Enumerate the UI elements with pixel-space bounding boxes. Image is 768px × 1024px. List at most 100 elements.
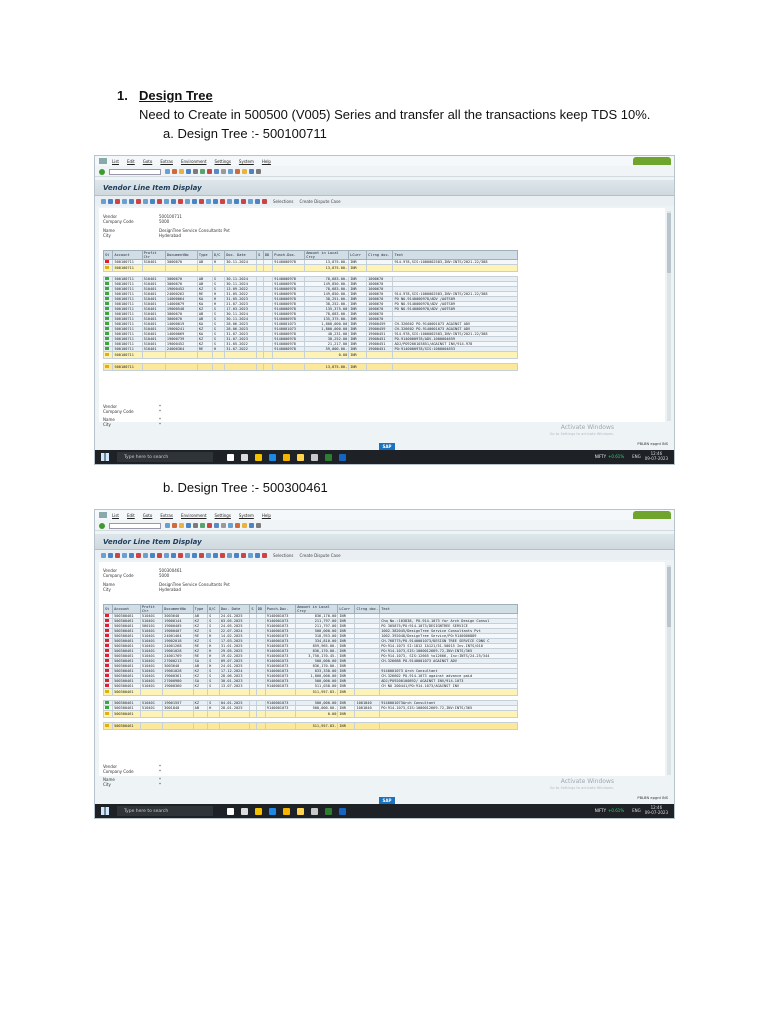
app-toolbar-icon[interactable] (262, 198, 267, 204)
total-row[interactable]: 500300461 0.00 INR (102, 710, 518, 718)
total-row[interactable]: 500100711 13,875.00- INR (102, 363, 518, 371)
column-header[interactable]: Clrng doc. (354, 604, 381, 614)
app-toolbar-icon[interactable] (122, 198, 127, 204)
toolbar-icon[interactable] (214, 169, 219, 174)
app-toolbar-icon[interactable] (192, 552, 197, 558)
scrollbar-thumb[interactable] (667, 567, 671, 627)
sap-menu-icon[interactable] (99, 512, 107, 518)
taskbar-search[interactable]: Type here to search (117, 806, 213, 816)
taskbar-clock[interactable]: 12:46 09-07-2023 (645, 451, 668, 461)
app-toolbar-icon[interactable] (101, 552, 106, 558)
column-header[interactable]: Profit Ctr (139, 604, 164, 614)
taskbar-clock[interactable]: 12:46 09-07-2023 (645, 805, 668, 815)
menu-item[interactable]: Edit (127, 513, 135, 518)
app-toolbar-icon[interactable] (241, 198, 246, 204)
menu-item[interactable]: Extras (160, 513, 173, 518)
app-toolbar-icon[interactable] (206, 198, 211, 204)
app-toolbar-icon[interactable] (192, 198, 197, 204)
menu-item[interactable]: Help (262, 159, 271, 164)
taskbar-app-icon[interactable] (241, 453, 248, 461)
taskbar-app-icon[interactable] (325, 453, 332, 461)
column-header[interactable]: LCurr (348, 250, 368, 260)
taskbar-app-icon[interactable] (339, 807, 346, 815)
toolbar-icon[interactable] (172, 523, 177, 528)
app-toolbar-icon[interactable] (150, 552, 155, 558)
column-header[interactable]: Amount in Local Crcy (295, 604, 339, 614)
toolbar-icon[interactable] (221, 169, 226, 174)
total-row[interactable]: 500100711 0.00 INR (102, 351, 518, 359)
toolbar-icon[interactable] (186, 169, 191, 174)
column-header[interactable]: Text (379, 604, 518, 614)
app-toolbar-icon[interactable] (206, 552, 211, 558)
toolbar-icon[interactable] (221, 523, 226, 528)
taskbar-app-icon[interactable] (283, 807, 290, 815)
app-toolbar-icon[interactable] (234, 198, 239, 204)
app-toolbar-icon[interactable] (136, 198, 141, 204)
toolbar-icon[interactable] (200, 523, 205, 528)
column-header[interactable]: Type (192, 604, 209, 614)
taskbar-app-icon[interactable] (227, 453, 234, 461)
column-header[interactable]: Doc. Date (224, 250, 258, 260)
column-header[interactable]: St (102, 604, 114, 614)
taskbar-app-icon[interactable] (227, 807, 234, 815)
app-toolbar-icon[interactable] (143, 552, 148, 558)
app-toolbar-icon[interactable] (255, 198, 260, 204)
enter-icon[interactable] (99, 168, 105, 175)
column-header[interactable]: S (256, 250, 264, 260)
app-toolbar-icon[interactable] (115, 198, 120, 204)
language-indicator[interactable]: ENG (632, 808, 641, 813)
taskbar-app-icon[interactable] (311, 807, 318, 815)
menu-item[interactable]: Goto (143, 513, 153, 518)
enter-icon[interactable] (99, 522, 105, 529)
toolbar-icon[interactable] (242, 169, 247, 174)
menu-item[interactable]: Settings (215, 513, 231, 518)
toolbar-icon[interactable] (228, 169, 233, 174)
toolbar-icon[interactable] (235, 169, 240, 174)
app-toolbar-icon[interactable] (199, 552, 204, 558)
app-toolbar-icon[interactable] (262, 552, 267, 558)
app-toolbar-icon[interactable] (150, 198, 155, 204)
toolbar-icon[interactable] (165, 169, 170, 174)
menu-item[interactable]: Edit (127, 159, 135, 164)
app-toolbar-icon[interactable] (164, 198, 169, 204)
column-header[interactable]: St (102, 250, 114, 260)
column-header[interactable]: D/C (207, 604, 220, 614)
toolbar-icon[interactable] (165, 523, 170, 528)
toolbar-icon[interactable] (249, 523, 254, 528)
toolbar-icon[interactable] (256, 523, 261, 528)
menu-item[interactable]: System (239, 159, 254, 164)
menu-item[interactable]: Help (262, 513, 271, 518)
column-header[interactable]: Punch.Doc. (264, 604, 297, 614)
total-row[interactable]: 500300461 511,957.83- INR (102, 722, 518, 730)
selections-button[interactable]: Selections (273, 199, 294, 204)
total-row[interactable]: 500300461 511,957.83- INR (102, 688, 518, 696)
menu-item[interactable]: Environment (181, 513, 207, 518)
column-header[interactable]: Clrng doc. (366, 250, 394, 260)
app-toolbar-icon[interactable] (108, 552, 113, 558)
app-toolbar-icon[interactable] (185, 198, 190, 204)
app-toolbar-icon[interactable] (248, 552, 253, 558)
taskbar-app-icon[interactable] (311, 453, 318, 461)
toolbar-icon[interactable] (256, 169, 261, 174)
app-toolbar-icon[interactable] (136, 552, 141, 558)
command-field[interactable] (109, 168, 161, 175)
toolbar-icon[interactable] (207, 523, 212, 528)
vertical-scrollbar[interactable] (667, 565, 671, 775)
menu-item[interactable]: Environment (181, 159, 207, 164)
toolbar-icon[interactable] (186, 523, 191, 528)
menu-item[interactable]: Settings (215, 159, 231, 164)
taskbar-app-icon[interactable] (325, 807, 332, 815)
app-toolbar-icon[interactable] (227, 198, 232, 204)
app-toolbar-icon[interactable] (171, 552, 176, 558)
taskbar-app-icon[interactable] (269, 807, 276, 815)
toolbar-icon[interactable] (207, 169, 212, 174)
column-header[interactable]: Account (112, 250, 143, 260)
toolbar-icon[interactable] (200, 169, 205, 174)
app-toolbar-icon[interactable] (241, 552, 246, 558)
total-row[interactable]: 500100711 13,875.00- INR (102, 264, 518, 272)
column-header[interactable]: LCurr (337, 604, 356, 614)
app-toolbar-icon[interactable] (185, 552, 190, 558)
app-toolbar-icon[interactable] (178, 198, 183, 204)
toolbar-icon[interactable] (179, 523, 184, 528)
app-toolbar-icon[interactable] (164, 552, 169, 558)
